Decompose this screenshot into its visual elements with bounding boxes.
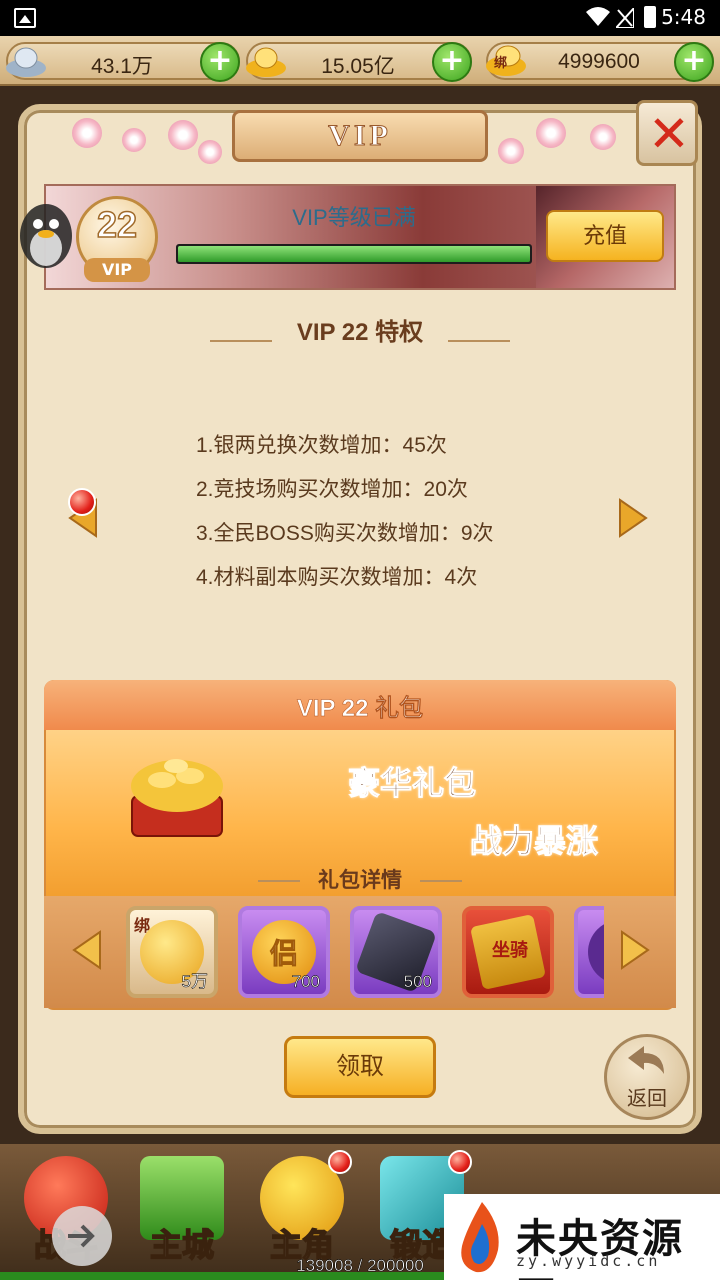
- scroll-right-arrow-icon[interactable]: [618, 928, 652, 972]
- vip-level-number: 22: [96, 203, 138, 246]
- gift-item-ore[interactable]: 500: [350, 906, 442, 998]
- status-bar: 5:48: [0, 0, 720, 36]
- wifi-icon: [586, 7, 610, 26]
- vip-progress-bar: [176, 244, 532, 264]
- notification-dot: [448, 1150, 472, 1174]
- silver-currency: 43.1万 +: [6, 42, 240, 82]
- gift-detail-label: 礼包详情: [318, 869, 402, 892]
- arrow-right-icon: [68, 1224, 95, 1248]
- privilege-item: 4.材料副本购买次数增加：4次: [196, 566, 478, 589]
- privilege-item: 1.银两兑换次数增加：45次: [196, 434, 447, 457]
- item-count: 500: [403, 972, 432, 992]
- close-button[interactable]: ✕: [636, 100, 698, 166]
- notification-dot: [68, 488, 96, 516]
- add-gold-button[interactable]: +: [432, 42, 472, 82]
- blossom-decoration: [498, 138, 524, 164]
- item-count: 5万: [181, 972, 208, 992]
- token-badge: 侣: [269, 937, 298, 971]
- floating-assist-button[interactable]: [52, 1206, 112, 1266]
- purple-item-icon: [588, 920, 604, 984]
- vip-status-text: VIP等级已满: [292, 205, 416, 230]
- claim-button[interactable]: 领取: [284, 1036, 436, 1098]
- privilege-item: 2.竞技场购买次数增加：20次: [196, 478, 468, 501]
- back-arrow-icon: [628, 1046, 664, 1074]
- privilege-item: 3.全民BOSS购买次数增加：9次: [196, 522, 494, 545]
- close-icon: ✕: [648, 105, 690, 163]
- blossom-decoration: [536, 118, 566, 148]
- blossom-decoration: [168, 120, 198, 150]
- next-level-arrow-icon[interactable]: [616, 496, 650, 540]
- bound-gold-currency: 绑 4999600 +: [486, 42, 714, 82]
- nav-label: 主城: [149, 1226, 215, 1264]
- gift-item-scroll[interactable]: 坐骑: [462, 906, 554, 998]
- gold-currency: 15.05亿 +: [246, 42, 472, 82]
- watermark-url: zy.wyyidc.cn: [516, 1252, 661, 1270]
- panel-title: VIP: [328, 119, 392, 153]
- scroll-left-arrow-icon[interactable]: [70, 928, 104, 972]
- bound-badge: 绑: [494, 56, 508, 71]
- notification-dot: [328, 1150, 352, 1174]
- clock: 5:48: [661, 5, 706, 29]
- silver-ingot-icon: [6, 47, 46, 77]
- privilege-list: 1.银两兑换次数增加：45次 2.竞技场购买次数增加：20次 3.全民BOSS购…: [196, 430, 616, 606]
- vip-progress-fill: [178, 246, 530, 262]
- detail-ornament-left: [258, 880, 300, 882]
- scroll-badge: 坐骑: [492, 940, 528, 961]
- currency-bar: 43.1万 + 15.05亿 + 绑 4999600 +: [0, 36, 720, 86]
- watermark-flame-logo: [461, 1202, 499, 1273]
- gift-item-bound-gold[interactable]: 绑 5万: [126, 906, 218, 998]
- bound-gold-amount: 4999600: [558, 50, 640, 73]
- gift-slogan-line2: 战力暴涨: [469, 823, 599, 860]
- blossom-decoration: [198, 140, 222, 164]
- add-bound-gold-button[interactable]: +: [674, 42, 714, 82]
- back-label: 返回: [627, 1088, 667, 1110]
- signal-off-icon: [616, 8, 634, 28]
- gallery-notification-icon: [14, 8, 36, 28]
- battery-icon: [644, 6, 656, 28]
- gift-title: VIP 22 礼包: [296, 695, 424, 723]
- item-count: 700: [291, 972, 320, 992]
- recharge-button[interactable]: 充值: [546, 210, 664, 262]
- gift-items-list: 绑 5万 侣 700 500 坐骑: [124, 904, 604, 1000]
- gold-ingot-icon: [246, 47, 286, 77]
- bound-badge: 绑: [134, 916, 151, 935]
- gift-item-token[interactable]: 侣 700: [238, 906, 330, 998]
- qq-penguin-icon[interactable]: [8, 196, 84, 276]
- nav-hero[interactable]: 主角: [246, 1150, 358, 1270]
- blossom-decoration: [72, 118, 102, 148]
- gift-item-purple[interactable]: [574, 906, 604, 998]
- blossom-decoration: [122, 128, 146, 152]
- add-silver-button[interactable]: +: [200, 42, 240, 82]
- privileges-title: VIP 22 特权: [296, 319, 424, 346]
- nav-main-city[interactable]: 主城: [126, 1150, 238, 1270]
- vip-badge-label: VIP: [84, 258, 150, 282]
- treasure-chest-icon: [131, 759, 223, 837]
- detail-ornament-right: [420, 880, 462, 882]
- gift-slogan-line1: 豪华礼包: [347, 765, 477, 802]
- blossom-decoration: [590, 124, 616, 150]
- silver-amount: 43.1万: [91, 55, 153, 78]
- gold-amount: 15.05亿: [321, 55, 395, 78]
